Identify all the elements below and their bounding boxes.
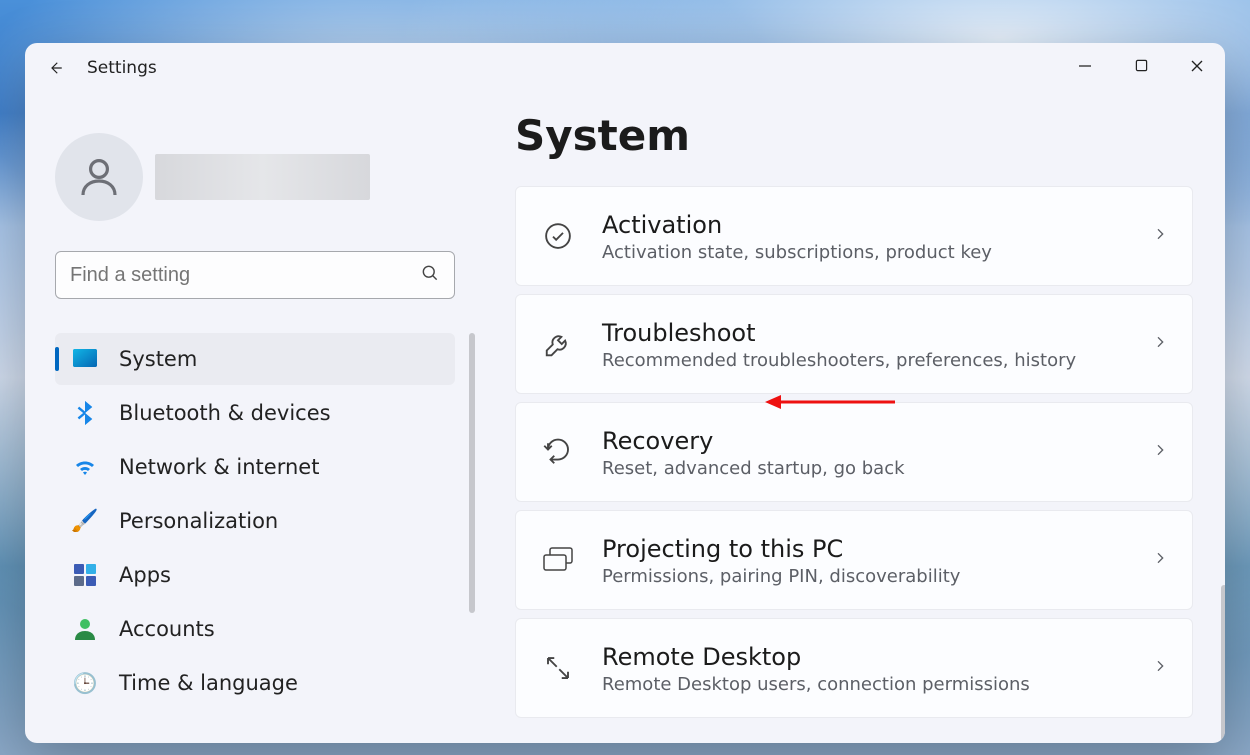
chevron-right-icon xyxy=(1152,442,1168,462)
minimize-button[interactable] xyxy=(1057,43,1113,93)
brush-icon: 🖌️ xyxy=(73,509,97,533)
sidebar-item-system[interactable]: System xyxy=(55,333,455,385)
apps-icon xyxy=(73,563,97,587)
sidebar-item-personalization[interactable]: 🖌️ Personalization xyxy=(55,495,455,547)
card-troubleshoot[interactable]: Troubleshoot Recommended troubleshooters… xyxy=(515,294,1193,394)
sidebar-item-label: Network & internet xyxy=(119,455,319,479)
main-content: System Activation Activation state, subs… xyxy=(485,93,1225,743)
avatar xyxy=(55,133,143,221)
card-title: Projecting to this PC xyxy=(602,534,1126,564)
sidebar-item-label: System xyxy=(119,347,197,371)
profile-name-placeholder xyxy=(155,154,370,200)
titlebar: Settings xyxy=(25,43,1225,93)
sidebar-item-label: Time & language xyxy=(119,671,298,695)
card-title: Remote Desktop xyxy=(602,642,1126,672)
sidebar-item-network[interactable]: Network & internet xyxy=(55,441,455,493)
window-controls xyxy=(1057,43,1225,93)
system-icon xyxy=(73,347,97,371)
profile-section[interactable] xyxy=(55,133,485,221)
search-input[interactable] xyxy=(70,264,420,287)
card-subtitle: Reset, advanced startup, go back xyxy=(602,458,1126,479)
card-title: Recovery xyxy=(602,426,1126,456)
page-title: System xyxy=(515,111,1207,160)
bluetooth-icon xyxy=(73,401,97,425)
card-subtitle: Recommended troubleshooters, preferences… xyxy=(602,350,1126,371)
sidebar: System Bluetooth & devices Network & int… xyxy=(25,93,485,743)
accounts-icon xyxy=(73,617,97,641)
chevron-right-icon xyxy=(1152,550,1168,570)
remote-desktop-icon xyxy=(540,653,576,683)
chevron-right-icon xyxy=(1152,658,1168,678)
app-title: Settings xyxy=(87,58,157,78)
settings-card-list: Activation Activation state, subscriptio… xyxy=(515,186,1193,718)
card-activation[interactable]: Activation Activation state, subscriptio… xyxy=(515,186,1193,286)
card-subtitle: Permissions, pairing PIN, discoverabilit… xyxy=(602,566,1126,587)
sidebar-item-label: Personalization xyxy=(119,509,278,533)
card-subtitle: Remote Desktop users, connection permiss… xyxy=(602,674,1126,695)
main-scrollbar[interactable] xyxy=(1221,585,1225,743)
chevron-right-icon xyxy=(1152,226,1168,246)
card-remote-desktop[interactable]: Remote Desktop Remote Desktop users, con… xyxy=(515,618,1193,718)
chevron-right-icon xyxy=(1152,334,1168,354)
card-title: Activation xyxy=(602,210,1126,240)
sidebar-item-apps[interactable]: Apps xyxy=(55,549,455,601)
sidebar-item-bluetooth[interactable]: Bluetooth & devices xyxy=(55,387,455,439)
card-title: Troubleshoot xyxy=(602,318,1126,348)
back-button[interactable] xyxy=(45,58,65,78)
search-icon xyxy=(420,263,440,287)
sidebar-nav: System Bluetooth & devices Network & int… xyxy=(55,333,455,709)
clock-globe-icon: 🕒 xyxy=(73,671,97,695)
sidebar-item-time[interactable]: 🕒 Time & language xyxy=(55,657,455,709)
projecting-icon xyxy=(540,547,576,573)
wifi-icon xyxy=(73,455,97,479)
close-button[interactable] xyxy=(1169,43,1225,93)
sidebar-item-label: Apps xyxy=(119,563,171,587)
card-projecting[interactable]: Projecting to this PC Permissions, pairi… xyxy=(515,510,1193,610)
search-box[interactable] xyxy=(55,251,455,299)
check-circle-icon xyxy=(540,221,576,251)
sidebar-item-label: Bluetooth & devices xyxy=(119,401,331,425)
wrench-icon xyxy=(540,329,576,359)
card-recovery[interactable]: Recovery Reset, advanced startup, go bac… xyxy=(515,402,1193,502)
card-subtitle: Activation state, subscriptions, product… xyxy=(602,242,1126,263)
recovery-icon xyxy=(540,437,576,467)
sidebar-item-label: Accounts xyxy=(119,617,215,641)
settings-window: Settings xyxy=(25,43,1225,743)
sidebar-item-accounts[interactable]: Accounts xyxy=(55,603,455,655)
maximize-button[interactable] xyxy=(1113,43,1169,93)
sidebar-scrollbar[interactable] xyxy=(469,333,475,613)
